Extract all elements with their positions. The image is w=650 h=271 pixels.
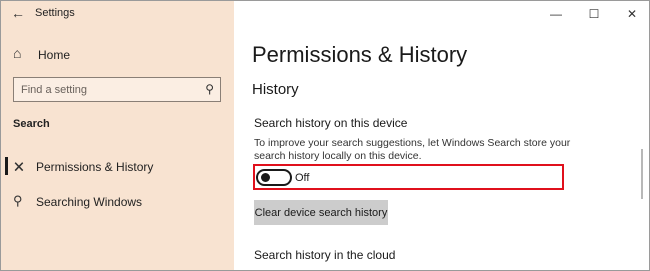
back-arrow-icon[interactable]: ← <box>11 5 25 21</box>
search-icon[interactable]: ⚲ <box>205 82 214 96</box>
selected-indicator <box>5 157 8 175</box>
sidebar: ← Settings ⌂ Home ⚲ Search 🗙 Permissions… <box>1 1 234 270</box>
section-title-history: History <box>252 81 299 98</box>
settings-window: ← Settings ⌂ Home ⚲ Search 🗙 Permissions… <box>0 0 650 271</box>
maximize-button[interactable]: ☐ <box>575 1 613 27</box>
find-setting-box[interactable]: ⚲ <box>13 77 221 102</box>
setting-description: To improve your search suggestions, let … <box>254 137 571 162</box>
scrollbar[interactable] <box>641 149 643 199</box>
sidebar-item-searching-windows[interactable]: Searching Windows <box>36 195 142 209</box>
window-controls: — ☐ ✕ <box>537 1 649 27</box>
main-content: — ☐ ✕ Permissions & History History Sear… <box>234 1 649 270</box>
clear-device-search-history-button[interactable]: Clear device search history <box>254 200 388 225</box>
permissions-icon: 🗙 <box>14 158 24 173</box>
page-title: Permissions & History <box>252 42 468 67</box>
setting-title-search-history-cloud: Search history in the cloud <box>254 248 396 262</box>
search-icon: ⚲ <box>13 193 23 208</box>
sidebar-section-header: Search <box>13 118 50 130</box>
sidebar-item-permissions-history[interactable]: Permissions & History <box>36 160 153 174</box>
setting-title-search-history-device: Search history on this device <box>254 116 408 130</box>
sidebar-item-home[interactable]: Home <box>38 48 70 62</box>
minimize-button[interactable]: — <box>537 1 575 27</box>
toggle-knob <box>261 173 270 182</box>
toggle-state-label: Off <box>295 172 310 184</box>
home-icon[interactable]: ⌂ <box>13 45 21 61</box>
find-setting-input[interactable] <box>14 78 194 101</box>
close-button[interactable]: ✕ <box>613 1 649 27</box>
search-history-toggle[interactable] <box>256 169 292 186</box>
app-title: Settings <box>35 7 75 19</box>
